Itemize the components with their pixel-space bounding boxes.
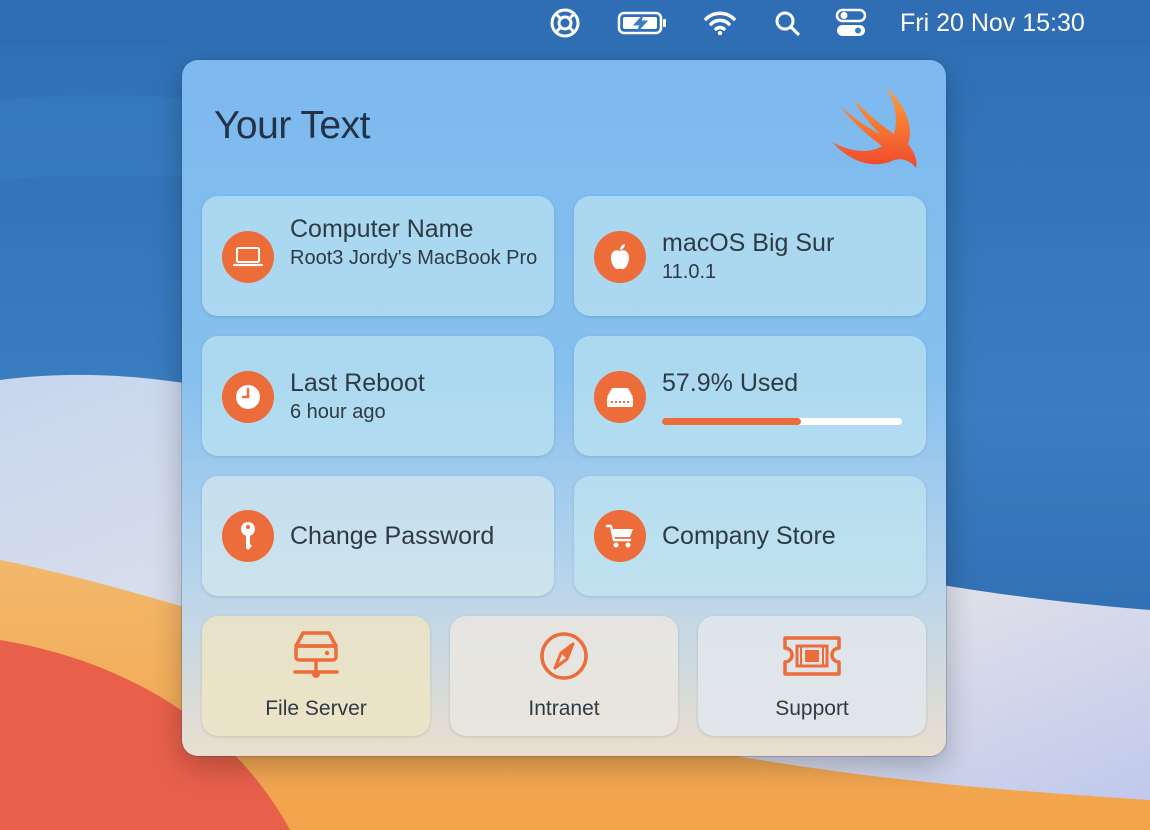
support-button[interactable]: Support — [698, 616, 926, 736]
os-version: 11.0.1 — [662, 261, 717, 283]
swift-logo-icon — [832, 88, 917, 168]
storage-used-label: 57.9% Used — [662, 369, 799, 397]
support-panel: Your Text Computer Name Root3 Jordy's Ma… — [182, 60, 946, 756]
computer-name-value: Root3 Jordy's MacBook Pro — [290, 247, 538, 269]
compass-icon — [540, 632, 588, 680]
intranet-label: Intranet — [528, 697, 600, 720]
company-store-label: Company Store — [662, 522, 836, 550]
last-reboot-tile[interactable]: Last Reboot 6 hour ago — [202, 336, 554, 456]
lifebuoy-icon[interactable] — [548, 8, 582, 38]
menu-bar-clock[interactable]: Fri 20 Nov 15:30 — [900, 9, 1085, 38]
storage-progress-bar — [662, 418, 902, 425]
cart-icon — [594, 510, 646, 562]
support-label: Support — [775, 697, 849, 720]
storage-tile[interactable]: 57.9% Used — [574, 336, 926, 456]
os-name: macOS Big Sur — [662, 229, 835, 257]
panel-title: Your Text — [214, 104, 370, 147]
file-server-button[interactable]: File Server — [202, 616, 430, 736]
last-reboot-title: Last Reboot — [290, 369, 425, 397]
ticket-icon — [783, 636, 841, 676]
os-version-tile[interactable]: macOS Big Sur 11.0.1 — [574, 196, 926, 316]
laptop-icon — [222, 231, 274, 283]
search-icon[interactable] — [770, 8, 804, 38]
battery-charging-icon[interactable] — [616, 8, 670, 38]
computer-name-tile[interactable]: Computer Name Root3 Jordy's MacBook Pro — [202, 196, 554, 316]
change-password-label: Change Password — [290, 522, 495, 550]
computer-name-title: Computer Name — [290, 215, 474, 243]
clock-icon — [222, 371, 274, 423]
disk-icon — [594, 371, 646, 423]
menu-bar: Fri 20 Nov 15:30 — [0, 0, 1150, 46]
storage-progress-fill — [662, 418, 801, 425]
last-reboot-value: 6 hour ago — [290, 401, 386, 423]
wifi-icon[interactable] — [703, 8, 737, 38]
apple-icon — [594, 231, 646, 283]
company-store-tile[interactable]: Company Store — [574, 476, 926, 596]
change-password-tile[interactable]: Change Password — [202, 476, 554, 596]
control-center-icon[interactable] — [834, 8, 868, 38]
file-server-icon — [293, 631, 339, 678]
file-server-label: File Server — [265, 697, 367, 720]
key-icon — [222, 510, 274, 562]
intranet-button[interactable]: Intranet — [450, 616, 678, 736]
